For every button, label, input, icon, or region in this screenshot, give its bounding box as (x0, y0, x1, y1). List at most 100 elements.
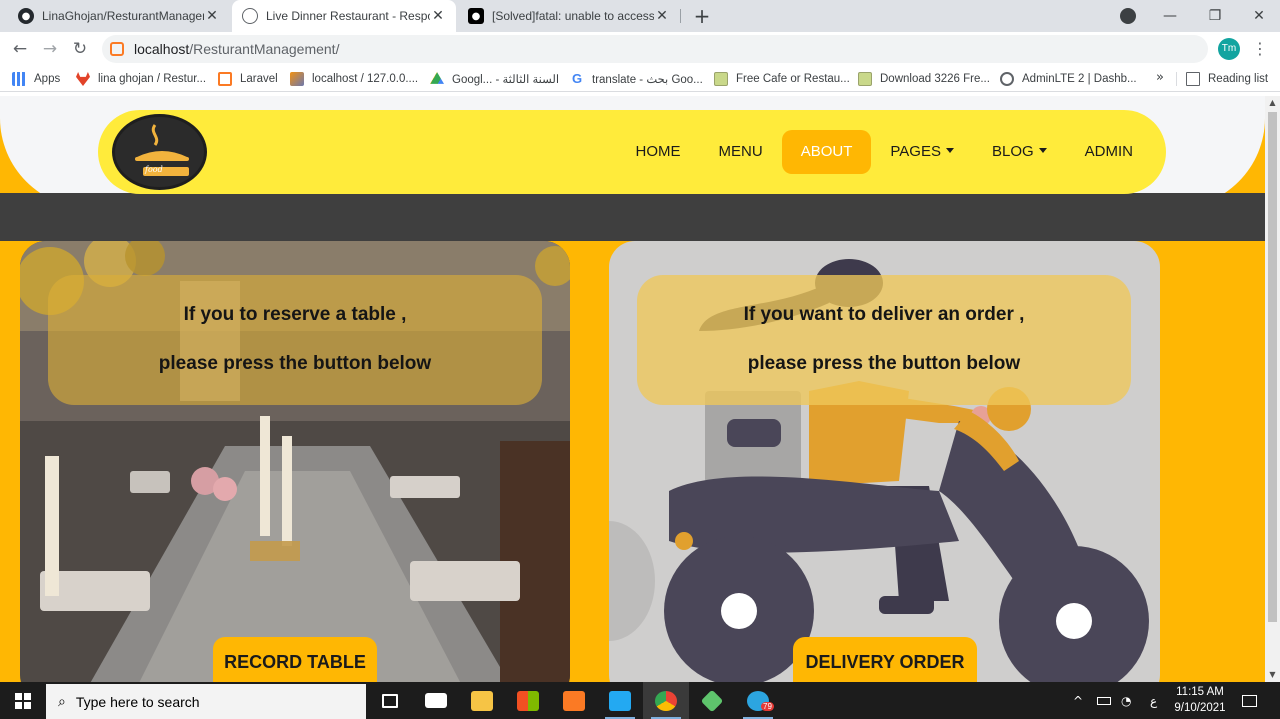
google-drive-icon (430, 72, 444, 84)
bookmark-drive[interactable]: Googl... - السنة الثالثة (430, 70, 559, 88)
nav-label: ADMIN (1084, 143, 1133, 160)
delivery-message-box: If you want to deliver an order , please… (637, 275, 1131, 405)
browser-menu-icon[interactable]: ⋮ (1250, 37, 1270, 61)
nav-menu[interactable]: MENU (700, 130, 782, 174)
close-tab-icon[interactable]: ✕ (430, 8, 446, 24)
wifi-icon[interactable]: ◔ (1121, 682, 1131, 719)
delivery-order-button[interactable]: DELIVERY ORDER (793, 637, 977, 682)
vscode-icon[interactable] (597, 682, 643, 719)
header-dark-band (0, 193, 1265, 241)
reserve-message-box: If you to reserve a table , please press… (48, 275, 542, 405)
store-icon[interactable] (505, 682, 551, 719)
taskbar-clock[interactable]: 11:15 AM 9/10/2021 (1168, 684, 1232, 716)
close-window-button[interactable]: ✕ (1237, 0, 1280, 32)
bookmark-download[interactable]: Download 3226 Fre... (858, 70, 990, 88)
scroll-down-icon[interactable]: ▼ (1265, 668, 1280, 682)
address-host: localhost (134, 41, 190, 57)
input-language-indicator[interactable]: ع (1150, 682, 1157, 719)
task-view-icon[interactable] (367, 682, 413, 719)
search-icon: ⌕ (58, 693, 66, 710)
gitkraken-icon[interactable] (689, 682, 735, 719)
nav-blog[interactable]: BLOG (973, 130, 1066, 174)
close-tab-icon[interactable]: ✕ (654, 8, 670, 24)
bookmark-gitlab[interactable]: lina ghojan / Restur... (76, 70, 206, 88)
close-tab-icon[interactable]: ✕ (204, 8, 220, 24)
bookmarks-bar: Apps lina ghojan / Restur... Laravel loc… (0, 66, 1280, 92)
nav-home[interactable]: HOME (617, 130, 700, 174)
tab-live-dinner[interactable]: Live Dinner Restaurant - Respons ✕ (232, 0, 456, 32)
taskbar-search[interactable]: ⌕ Type here to search (46, 684, 366, 719)
tab-github[interactable]: ● LinaGhojan/ResturantManageme ✕ (8, 0, 230, 32)
reading-list-button[interactable]: Reading list (1186, 70, 1268, 88)
windows-taskbar: ⌕ Type here to search 79 ^ ◔ ع 11:15 AM … (0, 682, 1280, 719)
bookmark-label: Free Cafe or Restau... (736, 73, 850, 85)
bookmark-label: localhost / 127.0.0.... (312, 73, 419, 85)
nav-label: BLOG (991, 143, 1034, 160)
start-button[interactable] (0, 682, 45, 719)
gitlab-icon (76, 72, 90, 86)
record-table-button[interactable]: RECORD TABLE (213, 637, 377, 682)
nav-admin[interactable]: ADMIN (1066, 130, 1152, 174)
bookmark-translate[interactable]: G translate - بحث Goo... (570, 70, 703, 88)
github-icon: ● (18, 8, 34, 24)
address-bar[interactable]: localhost/ResturantManagement/ (102, 35, 1208, 63)
globe-icon (1000, 72, 1014, 86)
xampp-icon[interactable] (551, 682, 597, 719)
reserve-message-line2: please press the button below (158, 353, 432, 374)
minimize-button[interactable]: — (1148, 0, 1192, 32)
bookmarks-overflow-button[interactable]: » (1156, 70, 1164, 85)
tab-title: Live Dinner Restaurant - Respons (266, 9, 430, 23)
address-path: /ResturantManagement/ (189, 41, 340, 57)
bookmark-phpmyadmin[interactable]: localhost / 127.0.0.... (290, 70, 418, 88)
scroll-up-icon[interactable]: ▲ (1265, 96, 1280, 110)
logo-illustration-icon (135, 124, 189, 176)
telegram-icon[interactable]: 79 (735, 682, 781, 719)
page-scrollbar[interactable]: ▲ ▼ (1265, 96, 1280, 682)
tab-solved-fatal[interactable]: ● [Solved]fatal: unable to access : C ✕ (458, 0, 680, 32)
page-viewport: food HOME MENU ABOUT PAGES BLOG ADMIN If… (0, 96, 1265, 682)
tab-title: LinaGhojan/ResturantManageme (42, 9, 204, 23)
restaurant-logo[interactable]: food (112, 114, 207, 190)
maximize-button[interactable]: ❐ (1193, 0, 1237, 32)
nav-pages[interactable]: PAGES (871, 130, 973, 174)
battery-icon[interactable] (1097, 682, 1111, 719)
bookmark-laravel[interactable]: Laravel (218, 70, 278, 88)
nav-label: MENU (718, 143, 763, 160)
nav-label: HOME (635, 143, 681, 160)
notifications-icon[interactable] (1242, 682, 1257, 719)
new-tab-button[interactable]: + (690, 4, 714, 28)
nav-label: PAGES (890, 143, 941, 160)
bookmark-label: Laravel (240, 73, 278, 85)
tab-strip: ● LinaGhojan/ResturantManageme ✕ Live Di… (0, 0, 1280, 32)
reload-button[interactable]: ↻ (68, 37, 92, 61)
bookmark-label: Apps (34, 73, 61, 85)
delivery-message-line1: If you want to deliver an order , (743, 304, 1025, 325)
bookmark-free-cafe[interactable]: Free Cafe or Restau... (714, 70, 850, 88)
mail-icon[interactable] (413, 682, 459, 719)
back-button[interactable]: ← (8, 37, 32, 61)
tab-search-icon[interactable] (1120, 8, 1136, 24)
xampp-icon (110, 42, 124, 56)
scrollbar-thumb[interactable] (1268, 112, 1277, 622)
bookmark-adminlte[interactable]: AdminLTE 2 | Dashb... (1000, 70, 1137, 88)
file-explorer-icon[interactable] (459, 682, 505, 719)
chrome-icon[interactable] (643, 682, 689, 719)
xampp-icon (218, 72, 232, 86)
globe-icon (242, 8, 258, 24)
forward-button[interactable]: → (38, 37, 62, 61)
taskbar-search-placeholder: Type here to search (75, 693, 200, 710)
bookmark-label: translate - بحث Goo... (592, 74, 703, 86)
tray-chevron-icon[interactable]: ^ (1073, 682, 1083, 719)
reading-list-label: Reading list (1208, 73, 1269, 85)
image-icon (714, 72, 728, 86)
bookmarks-divider (1176, 72, 1177, 86)
bookmark-apps[interactable]: Apps (12, 70, 60, 88)
bookmark-label: Download 3226 Fre... (880, 73, 990, 85)
clock-time: 11:15 AM (1176, 686, 1224, 698)
delivery-order-card: If you want to deliver an order , please… (609, 241, 1160, 682)
nav-about[interactable]: ABOUT (781, 130, 872, 174)
phpmyadmin-icon (290, 72, 304, 86)
apps-grid-icon (12, 72, 26, 86)
profile-avatar[interactable]: Tm (1218, 38, 1240, 60)
logo-text: food (145, 165, 163, 174)
